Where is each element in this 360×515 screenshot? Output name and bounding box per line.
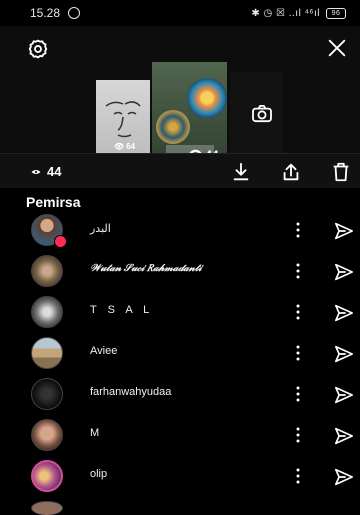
status-indicators: ✱ ◷ ☒ ..ıl ⁴⁶ıl 96 [251, 7, 346, 19]
avatar[interactable] [31, 378, 63, 410]
viewer-name[interactable]: M [90, 427, 99, 439]
avatar[interactable] [31, 337, 63, 369]
gear-icon[interactable] [27, 38, 49, 60]
avatar[interactable] [31, 296, 63, 328]
viewer-name[interactable]: البدر [90, 222, 111, 235]
download-icon[interactable] [230, 161, 252, 183]
mandala-image [187, 78, 227, 118]
viewer-row[interactable]: البدر [0, 210, 360, 251]
viewer-row[interactable]: M [0, 415, 360, 456]
status-time: 15.28 [30, 6, 61, 20]
send-icon[interactable] [334, 427, 354, 445]
viewer-name[interactable]: olip [90, 468, 107, 480]
status-left: 15.28 [30, 6, 81, 20]
viewer-row-partial[interactable] [0, 497, 360, 515]
story-stats-row: 44 [0, 153, 360, 188]
viewer-name[interactable]: farhanwahyudaa [90, 386, 171, 398]
more-options-icon[interactable] [296, 427, 300, 443]
signal-indicators: ✱ ◷ ☒ ..ıl ⁴⁶ıl [251, 7, 320, 19]
more-options-icon[interactable] [296, 304, 300, 320]
viewer-row[interactable]: olip [0, 456, 360, 497]
eye-icon: 👁 [114, 142, 125, 151]
more-options-icon[interactable] [296, 386, 300, 402]
send-icon[interactable] [334, 345, 354, 363]
total-view-count: 44 [31, 164, 61, 179]
viewer-name[interactable]: Aviee [90, 345, 117, 357]
send-icon[interactable] [334, 468, 354, 486]
send-icon[interactable] [334, 386, 354, 404]
story-view-count: 👁 64 [114, 142, 136, 151]
mandala-image-2 [156, 110, 190, 144]
close-icon[interactable] [326, 37, 348, 59]
eye-icon [31, 169, 41, 174]
viewers-title: Pemirsa [26, 194, 81, 210]
send-icon[interactable] [334, 304, 354, 322]
camera-icon[interactable] [251, 105, 273, 123]
more-options-icon[interactable] [296, 263, 300, 279]
viewer-name[interactable]: T S A L [90, 304, 153, 316]
viewer-row[interactable]: farhanwahyudaa [0, 374, 360, 415]
more-options-icon[interactable] [296, 345, 300, 361]
story-preview-panel: 👁 64 👁 44 [0, 26, 360, 168]
story-thumbnail-1[interactable]: 👁 64 [96, 80, 150, 154]
viewer-row[interactable]: 𝒲𝓊𝓉𝒶𝓃 𝒮𝓊𝒸𝒾 𝑅𝒶𝒽𝓂𝒶𝒹𝒶𝓃𝓉𝒾 [0, 251, 360, 292]
viewer-row[interactable]: T S A L [0, 292, 360, 333]
viewer-row[interactable]: Aviee [0, 333, 360, 374]
send-icon[interactable] [334, 222, 354, 240]
viewer-name[interactable]: 𝒲𝓊𝓉𝒶𝓃 𝒮𝓊𝒸𝒾 𝑅𝒶𝒽𝓂𝒶𝒹𝒶𝓃𝓉𝒾 [90, 263, 202, 274]
status-bar: 15.28 ✱ ◷ ☒ ..ıl ⁴⁶ıl 96 [0, 0, 360, 26]
battery-icon: 96 [326, 7, 346, 19]
heart-icon [54, 235, 67, 248]
trash-icon[interactable] [330, 161, 352, 183]
more-options-icon[interactable] [296, 222, 300, 238]
viewer-list: البدر 𝒲𝓊𝓉𝒶𝓃 𝒮𝓊𝒸𝒾 𝑅𝒶𝒽𝓂𝒶𝒹𝒶𝓃𝓉𝒾 T S A L Avie… [0, 210, 360, 515]
avatar[interactable] [31, 501, 63, 515]
avatar[interactable] [31, 255, 63, 287]
avatar[interactable] [31, 460, 63, 492]
more-options-icon[interactable] [296, 468, 300, 484]
share-icon[interactable] [280, 161, 302, 183]
whatsapp-icon [68, 7, 81, 19]
send-icon[interactable] [334, 263, 354, 281]
avatar[interactable] [31, 419, 63, 451]
